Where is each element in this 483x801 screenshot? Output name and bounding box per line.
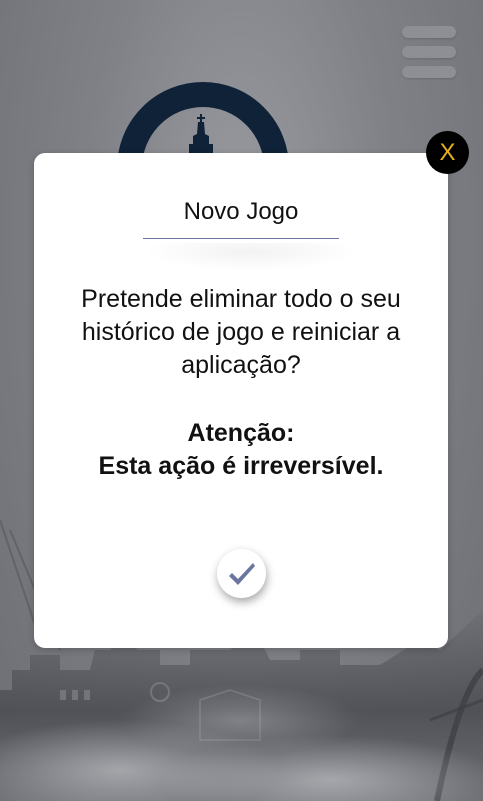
app-screen: Novo Jogo Pretende eliminar todo o seu h… [0, 0, 483, 801]
confirm-button[interactable] [217, 549, 266, 598]
tower-icon [189, 114, 213, 158]
title-divider [143, 238, 339, 239]
warning-heading: Atenção: [187, 419, 295, 447]
hamburger-menu-icon-bar [402, 46, 456, 58]
hamburger-menu-icon-bar [402, 66, 456, 78]
close-button[interactable]: X [426, 131, 469, 174]
warning-text: Esta ação é irreversível. [98, 452, 384, 480]
dialog-message: Pretende eliminar todo o seu histórico d… [81, 285, 401, 379]
title-divider-shadow [143, 243, 359, 271]
dialog-title: Novo Jogo [183, 198, 299, 225]
dialog-warning: Atenção: Esta ação é irreversível. [54, 417, 428, 483]
hamburger-menu-icon [402, 26, 456, 38]
checkmark-icon [229, 563, 255, 585]
menu-button[interactable] [400, 24, 458, 82]
new-game-dialog: Novo Jogo Pretende eliminar todo o seu h… [34, 153, 448, 648]
